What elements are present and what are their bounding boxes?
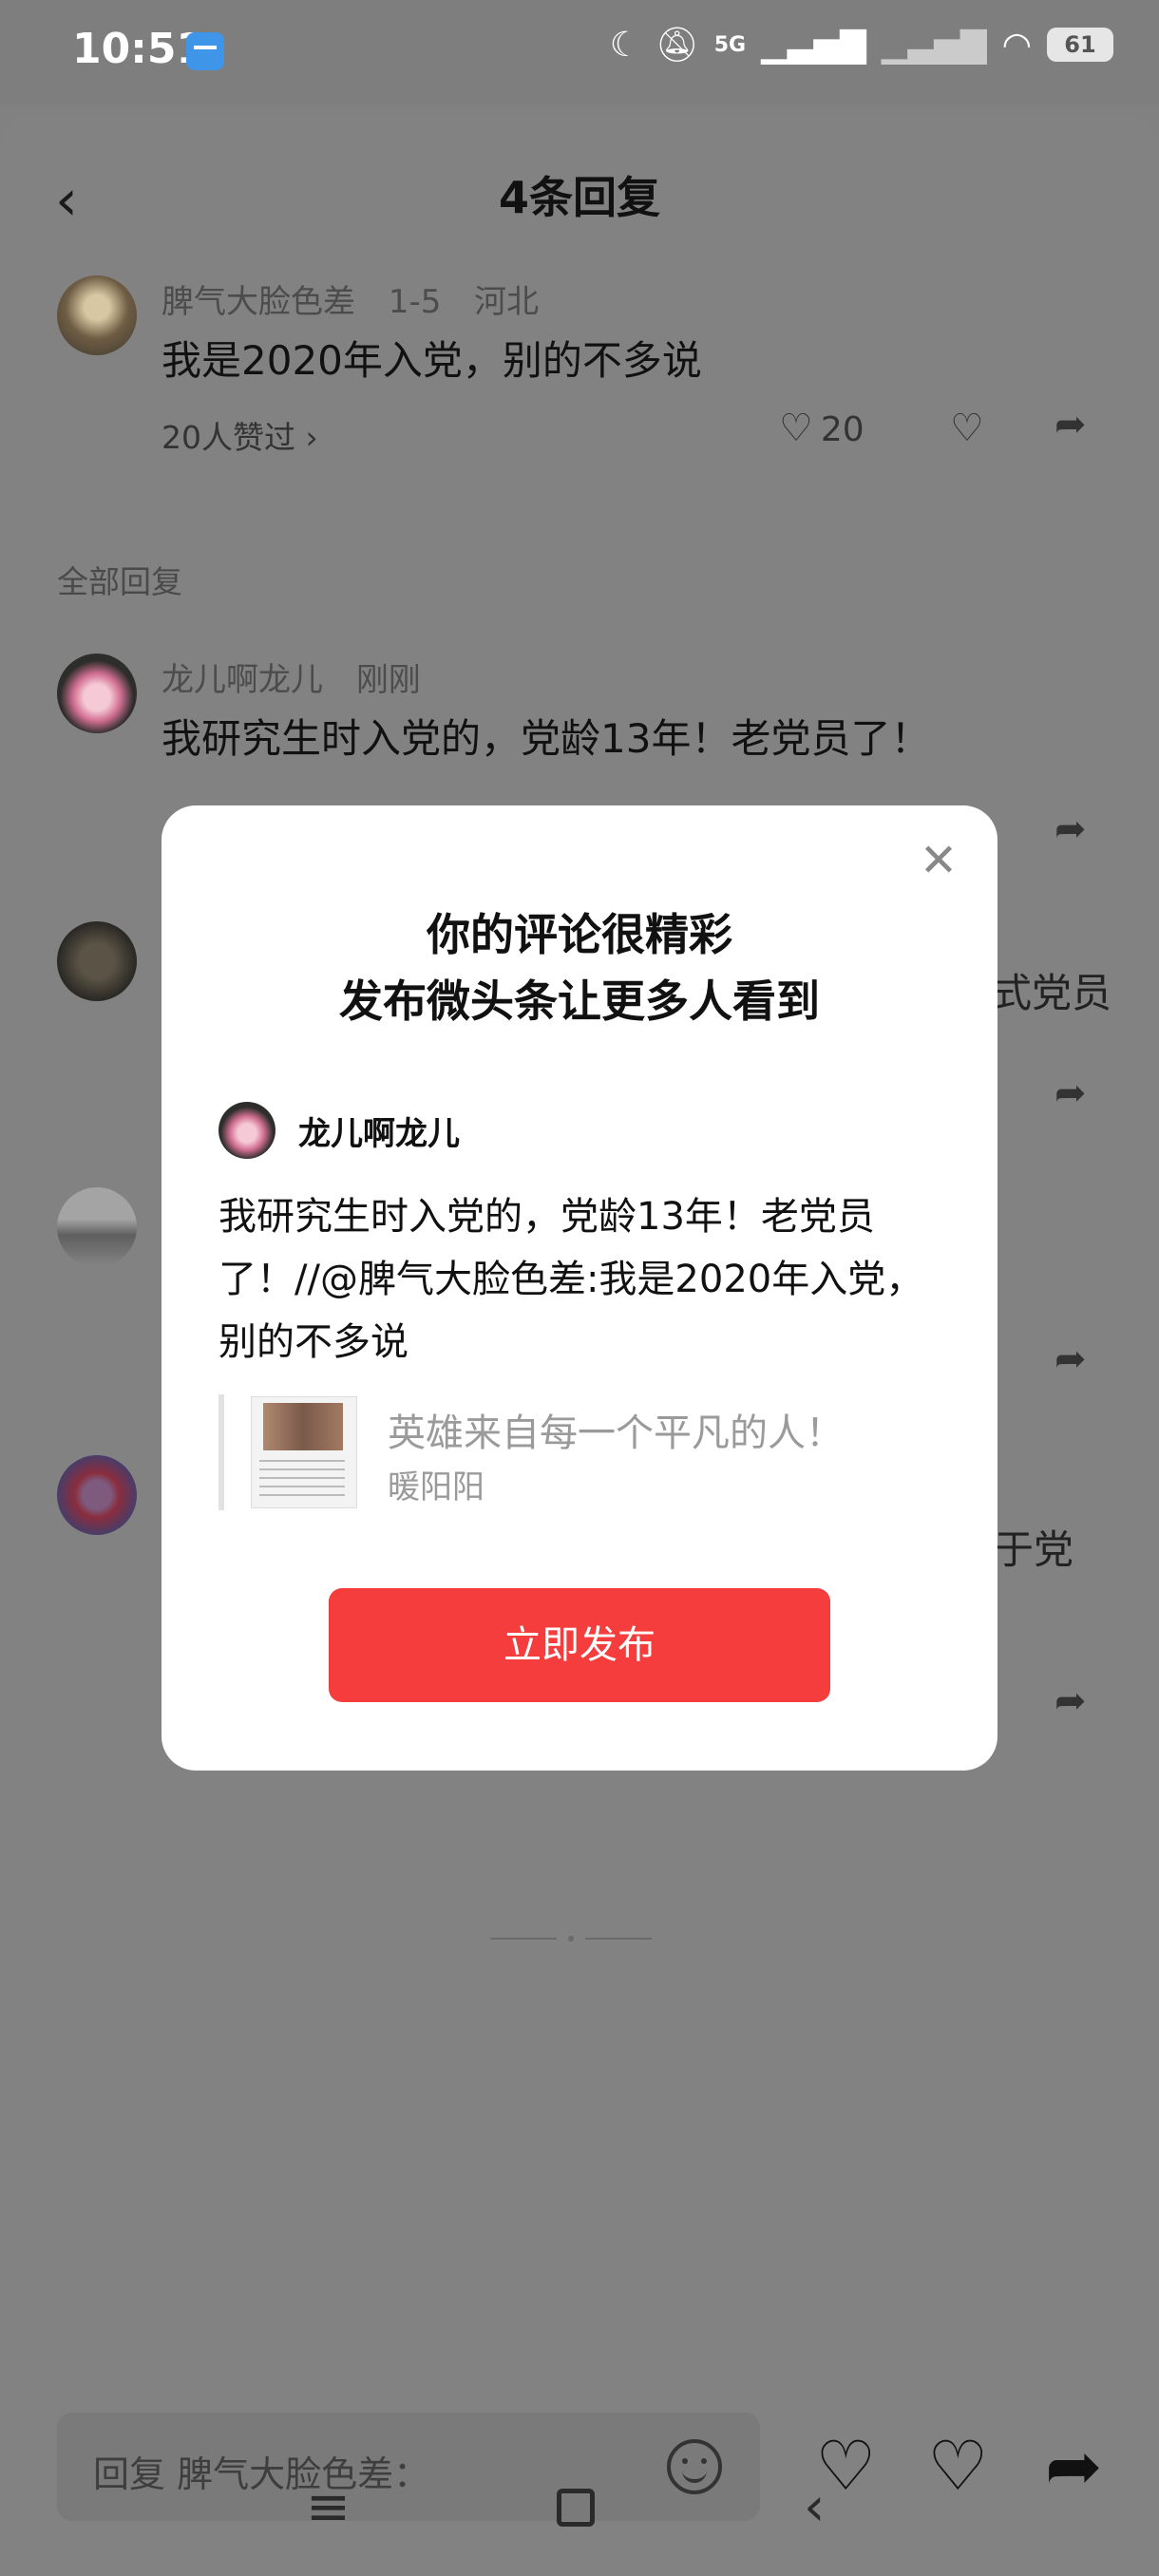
signal-2-icon: ▁▃▅▇ — [881, 25, 987, 65]
comment-time: 刚刚 — [355, 661, 421, 699]
dialog-title-line2: 发布微头条让更多人看到 — [339, 975, 820, 1027]
moon-icon: ☾ — [609, 25, 640, 65]
comment-text-fragment: 式党员 — [991, 970, 1112, 1016]
article-source: 暖阳阳 — [388, 1468, 484, 1506]
signal-icon: ▁▃▅▇ — [761, 25, 866, 65]
share-icon: ➦ — [1054, 1071, 1087, 1115]
share-icon: ➦ — [1054, 807, 1087, 851]
end-of-list-indicator — [490, 1936, 652, 1941]
like-count: 20 — [820, 410, 864, 449]
header: ‹ 4条回复 — [0, 114, 1159, 275]
share-button[interactable]: ➦ — [1054, 1071, 1087, 1115]
author-name[interactable]: 脾气大脸色差 — [162, 283, 355, 321]
share-button[interactable]: ➦ — [1054, 807, 1087, 851]
heart-icon: ♡ — [779, 407, 813, 450]
status-icons: ☾ 🔕︎ 5G ▁▃▅▇ ▁▃▅▇ ◠ 61 — [610, 25, 1113, 65]
mute-icon: 🔕︎ — [656, 26, 699, 65]
avatar[interactable] — [57, 1455, 137, 1535]
wifi-icon: ◠ — [1001, 25, 1032, 65]
menu-icon[interactable]: ≡ — [306, 2479, 351, 2536]
broken-heart-icon: ♡ — [950, 407, 984, 450]
comment-location: 河北 — [474, 283, 540, 321]
comment-meta: 龙儿啊龙儿 刚刚 — [162, 653, 444, 700]
dialog-username: 龙儿啊龙儿 — [298, 1114, 460, 1153]
comment-text: 我是2020年入党，别的不多说 — [162, 337, 702, 384]
avatar[interactable] — [57, 653, 137, 733]
article-thumbnail — [251, 1396, 357, 1508]
close-icon[interactable]: ✕ — [918, 838, 960, 883]
wallet-app-icon — [186, 32, 224, 70]
like-button[interactable]: ♡ 20 — [779, 407, 864, 450]
likes-link[interactable]: 20人赞过 › — [162, 412, 318, 458]
share-button[interactable]: ➦ — [1054, 1337, 1087, 1381]
comment-meta: 脾气大脸色差 1-5 河北 — [162, 275, 561, 322]
battery-icon: 61 — [1047, 28, 1113, 62]
share-button[interactable]: ➦ — [1054, 403, 1087, 446]
author-name[interactable]: 龙儿啊龙儿 — [162, 661, 323, 699]
publish-button[interactable]: 立即发布 — [329, 1588, 830, 1702]
dialog-body-text: 我研究生时入党的，党龄13年！老党员了！//@脾气大脸色差:我是2020年入党，… — [218, 1195, 924, 1364]
system-nav-bar: ≡ ‹ — [0, 2451, 1159, 2565]
dialog-user: 龙儿啊龙儿 — [218, 1102, 460, 1159]
avatar[interactable] — [57, 921, 137, 1001]
publish-dialog: ✕ 你的评论很精彩 发布微头条让更多人看到 龙儿啊龙儿 我研究生时入党的，党龄1… — [162, 805, 998, 1771]
section-label: 全部回复 — [57, 563, 182, 600]
network-label: 5G — [713, 32, 747, 57]
avatar — [218, 1102, 276, 1159]
avatar[interactable] — [57, 275, 137, 355]
comment-text-fragment: 于党 — [993, 1526, 1074, 1573]
share-icon: ➦ — [1054, 403, 1087, 446]
quoted-article[interactable]: 英雄来自每一个平凡的人！ 暖阳阳 — [218, 1394, 940, 1510]
page-title: 4条回复 — [498, 172, 660, 223]
comment-date: 1-5 — [388, 283, 442, 321]
article-title: 英雄来自每一个平凡的人！ — [388, 1411, 844, 1455]
dislike-button[interactable]: ♡ — [950, 407, 984, 450]
dialog-title-line1: 你的评论很精彩 — [427, 909, 732, 960]
share-icon: ➦ — [1054, 1337, 1087, 1381]
share-button[interactable]: ➦ — [1054, 1679, 1087, 1723]
comment-text: 我研究生时入党的，党龄13年！老党员了！ — [162, 715, 931, 762]
status-bar: 10:51 ☾ 🔕︎ 5G ▁▃▅▇ ▁▃▅▇ ◠ 61 — [0, 0, 1159, 104]
home-icon[interactable] — [557, 2489, 595, 2527]
back-icon[interactable]: ‹ — [804, 2479, 825, 2536]
avatar[interactable] — [57, 1187, 137, 1267]
main-comment: 脾气大脸色差 1-5 河北 我是2020年入党，别的不多说 20人赞过 › ♡ 2… — [57, 275, 1112, 484]
share-icon: ➦ — [1054, 1679, 1087, 1723]
